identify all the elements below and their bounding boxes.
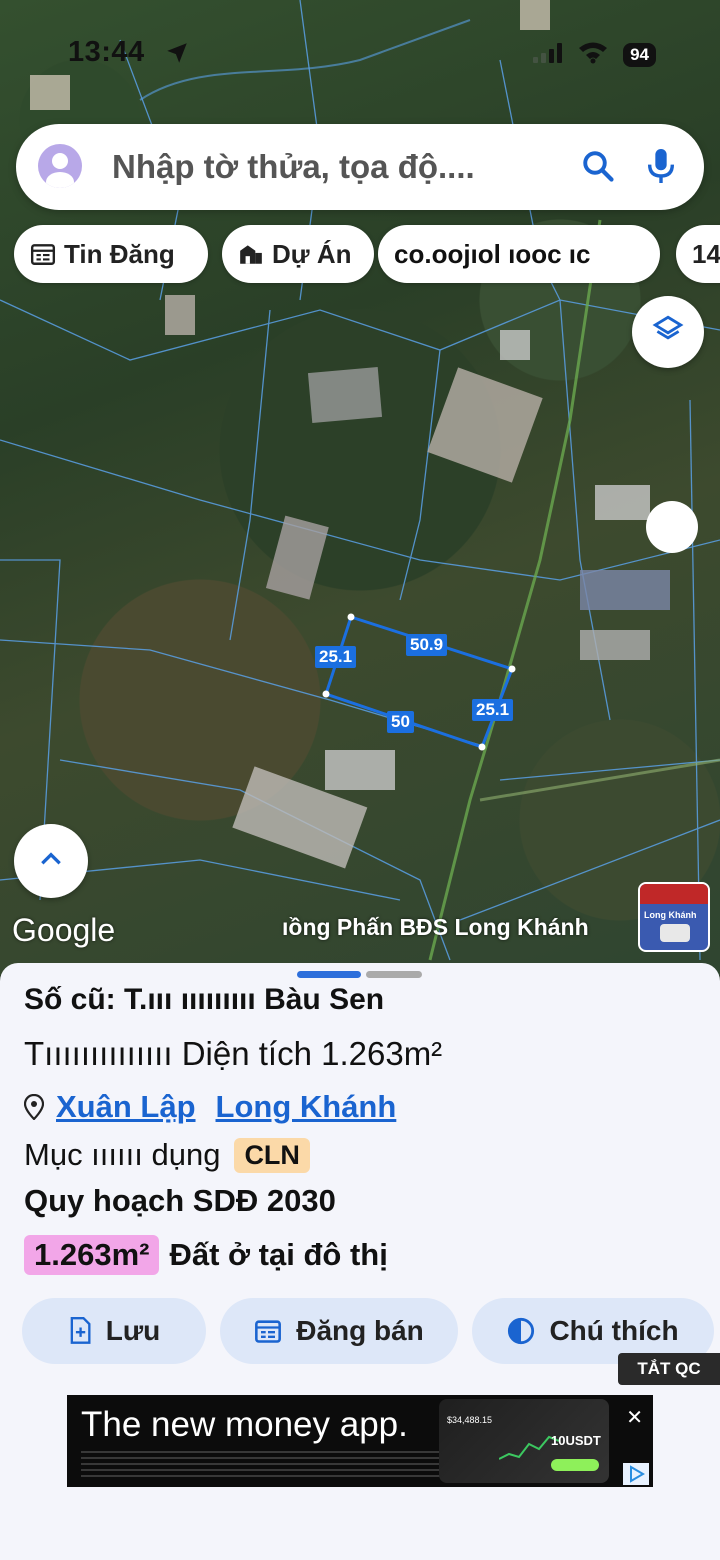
chip-14[interactable]: 14 xyxy=(676,225,720,283)
ad-fine-print xyxy=(81,1451,481,1479)
plan-row: 1.263m² Đất ở tại đô thị xyxy=(24,1235,388,1275)
google-logo: Google xyxy=(12,912,116,948)
chip-obscured[interactable]: co.oojıol ıooc ıc xyxy=(378,225,660,283)
expand-up-button[interactable] xyxy=(14,824,88,898)
chevron-up-icon xyxy=(38,850,64,873)
parcel-area: 1.263m² xyxy=(321,1035,443,1072)
plan-area-badge: 1.263m² xyxy=(24,1235,160,1275)
location-arrow-icon xyxy=(164,40,190,71)
post-for-sale-button[interactable]: Đăng bán xyxy=(220,1298,458,1364)
usage-row: Mục ıııııı dụng CLN xyxy=(24,1137,310,1173)
microphone-icon[interactable] xyxy=(644,146,678,191)
avatar[interactable] xyxy=(38,144,82,188)
calendar-icon xyxy=(30,242,56,266)
chip-tin-dang[interactable]: Tin Đăng xyxy=(14,225,208,283)
layers-icon xyxy=(651,313,685,352)
usage-code-badge: CLN xyxy=(234,1137,310,1173)
signal-icon xyxy=(533,41,563,68)
hide-ads-button[interactable]: TẮT QC xyxy=(618,1353,720,1385)
parcel-location: Bàu Sen xyxy=(264,983,385,1016)
parcel-info-sheet[interactable]: Số cũ: T.ııı ııııııııı Bàu Sen Tıııııııı… xyxy=(0,963,720,1560)
chip-du-an[interactable]: Dự Án xyxy=(222,225,374,283)
dimension-label: 25.1 xyxy=(315,646,357,668)
city-link[interactable]: Long Khánh xyxy=(216,1089,397,1125)
calendar-icon xyxy=(254,1318,282,1344)
ad-headline: The new money app. xyxy=(81,1405,408,1444)
search-bar[interactable]: Nhập tờ thửa, tọa độ.... xyxy=(16,124,704,210)
sheet-handle-secondary[interactable] xyxy=(366,971,422,978)
map-view[interactable]: 25.1 50.9 50 25.1 13:44 94 Nhập tờ thửa,… xyxy=(0,0,720,975)
close-icon[interactable]: ✕ xyxy=(626,1405,643,1430)
save-button[interactable]: Lưu xyxy=(22,1298,206,1364)
sheet-handle[interactable] xyxy=(297,971,361,978)
dimension-label: 25.1 xyxy=(472,699,514,721)
wifi-icon xyxy=(577,40,609,69)
ad-banner[interactable]: The new money app. $34,488.15 10USDT ✕ xyxy=(67,1395,653,1487)
map-watermark: ıồng Phấn BĐS Long Khánh xyxy=(282,914,589,940)
document-add-icon xyxy=(68,1317,92,1345)
map-marker[interactable] xyxy=(646,501,698,553)
status-bar: 13:44 94 xyxy=(0,34,720,74)
search-input[interactable]: Nhập tờ thửa, tọa độ.... xyxy=(112,148,475,186)
ad-phone-image: $34,488.15 10USDT xyxy=(439,1399,609,1483)
agent-thumbnail[interactable]: Long Khánh xyxy=(638,882,710,952)
search-icon[interactable] xyxy=(580,148,616,189)
area-row: Tıııııııııııııı Diện tích 1.263m² xyxy=(24,1035,443,1072)
layers-button[interactable] xyxy=(632,296,704,368)
ward-link[interactable]: Xuân Lập xyxy=(56,1089,196,1125)
adchoices-icon[interactable] xyxy=(623,1463,649,1485)
location-pin-icon xyxy=(24,1094,44,1120)
old-number-row: Số cũ: T.ııı ııııııııı Bàu Sen xyxy=(24,983,385,1016)
status-time: 13:44 xyxy=(68,36,145,68)
building-icon xyxy=(238,242,264,266)
contrast-icon xyxy=(507,1317,535,1345)
battery-indicator: 94 xyxy=(623,42,656,67)
dimension-label: 50.9 xyxy=(406,634,448,656)
dimension-label: 50 xyxy=(387,711,414,733)
plan-title: Quy hoạch SDĐ 2030 xyxy=(24,1183,336,1218)
address-row: Xuân Lập Long Khánh xyxy=(24,1089,416,1125)
filter-chips: Tin Đăng Dự Án co.oojıol ıooc ıc 14 xyxy=(14,225,720,283)
